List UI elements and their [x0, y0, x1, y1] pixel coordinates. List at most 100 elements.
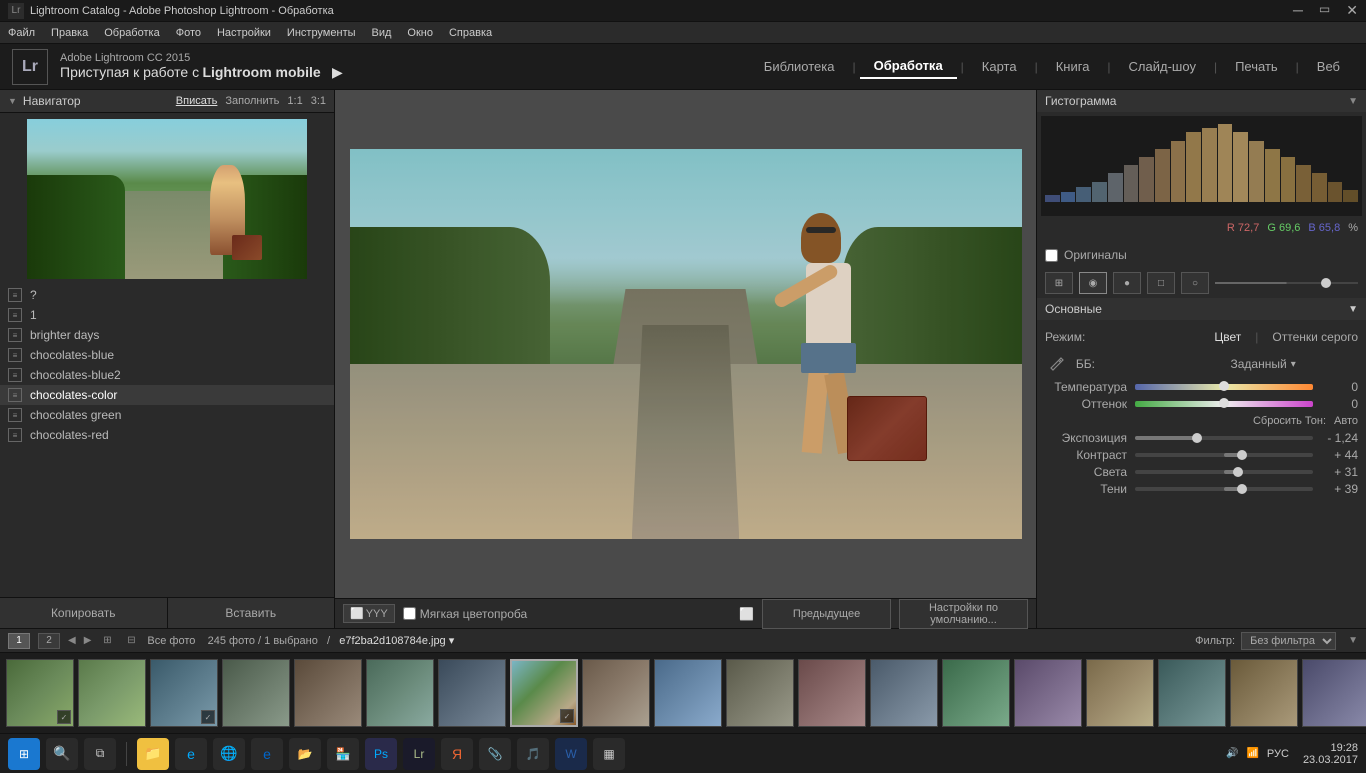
- bb-value[interactable]: Заданный ▾: [1231, 357, 1359, 371]
- grid-view-btn[interactable]: ⊞: [99, 633, 115, 649]
- chrome-button[interactable]: 🌐: [213, 738, 245, 770]
- tab-library[interactable]: Библиотека: [750, 55, 849, 78]
- play-button[interactable]: ▶: [332, 64, 343, 80]
- reset-tone-auto[interactable]: Авто: [1334, 415, 1358, 427]
- prev-arrow[interactable]: ◀: [68, 635, 76, 646]
- minimize-button[interactable]: ─: [1293, 2, 1303, 19]
- film-thumb[interactable]: [582, 659, 650, 727]
- taskbar-clock[interactable]: 19:28 23.03.2017: [1303, 742, 1358, 766]
- page-2-btn[interactable]: 2: [38, 633, 60, 649]
- view-mode-circle[interactable]: ◉: [1079, 272, 1107, 294]
- film-thumb[interactable]: [726, 659, 794, 727]
- tab-slideshow[interactable]: Слайд-шоу: [1115, 55, 1210, 78]
- task-view-button[interactable]: ⧉: [84, 738, 116, 770]
- film-thumb[interactable]: [1014, 659, 1082, 727]
- network-icon[interactable]: 🔊: [1226, 748, 1238, 759]
- lightroom-button[interactable]: Lr: [403, 738, 435, 770]
- film-thumb[interactable]: [798, 659, 866, 727]
- single-view-btn[interactable]: ⊟: [123, 633, 139, 649]
- view-mode-dot[interactable]: ●: [1113, 272, 1141, 294]
- store-button[interactable]: 🏪: [327, 738, 359, 770]
- expand-filmstrip-btn[interactable]: ▼: [1348, 635, 1358, 646]
- eyedropper-icon[interactable]: [1049, 356, 1065, 372]
- view-mode-circle2[interactable]: ○: [1181, 272, 1209, 294]
- edge-button[interactable]: e: [251, 738, 283, 770]
- zoom-fit[interactable]: Вписать: [176, 95, 218, 107]
- page-1-btn[interactable]: 1: [8, 633, 30, 649]
- originals-checkbox[interactable]: [1045, 249, 1058, 262]
- navigator-image[interactable]: [27, 119, 307, 279]
- view-mode-grid[interactable]: ⊞: [1045, 272, 1073, 294]
- volume-icon[interactable]: 📶: [1246, 748, 1258, 759]
- default-settings-button[interactable]: Настройки по умолчанию...: [899, 599, 1028, 629]
- basics-section-header[interactable]: Основные ▼: [1037, 298, 1366, 320]
- view-mode-slider[interactable]: [1215, 282, 1358, 284]
- start-button[interactable]: ⊞: [8, 738, 40, 770]
- expand-icon[interactable]: ⬜: [739, 607, 754, 621]
- next-arrow[interactable]: ▶: [84, 635, 92, 646]
- mode-greyscale-value[interactable]: Оттенки серого: [1272, 330, 1358, 344]
- menu-help[interactable]: Справка: [449, 27, 492, 39]
- film-thumb[interactable]: [1302, 659, 1366, 727]
- filter-select[interactable]: Без фильтра Выбранные Отмеченные: [1241, 632, 1336, 650]
- file-explorer-button[interactable]: 📁: [137, 738, 169, 770]
- app2-button[interactable]: 🎵: [517, 738, 549, 770]
- film-thumb[interactable]: ✓: [6, 659, 74, 727]
- menu-tools[interactable]: Инструменты: [287, 27, 356, 39]
- film-thumb[interactable]: [222, 659, 290, 727]
- menu-photo[interactable]: Фото: [176, 27, 201, 39]
- originals-label[interactable]: Оригиналы: [1064, 248, 1127, 262]
- soft-proof-checkbox[interactable]: [403, 607, 416, 620]
- photo-viewer[interactable]: [335, 90, 1036, 598]
- view-mode-square[interactable]: □: [1147, 272, 1175, 294]
- menu-file[interactable]: Файл: [8, 27, 35, 39]
- copy-button[interactable]: Копировать: [0, 598, 168, 628]
- photoshop-button[interactable]: Ps: [365, 738, 397, 770]
- navigator-collapse-icon[interactable]: ▼: [8, 96, 17, 106]
- preset-item[interactable]: ≡ chocolates-blue2: [0, 365, 334, 385]
- tab-web[interactable]: Веб: [1303, 55, 1354, 78]
- zoom-1-1[interactable]: 1:1: [287, 95, 302, 107]
- tab-map[interactable]: Карта: [968, 55, 1031, 78]
- histogram-collapse-icon[interactable]: ▼: [1348, 96, 1358, 107]
- film-thumb[interactable]: [1158, 659, 1226, 727]
- tab-develop[interactable]: Обработка: [860, 54, 957, 79]
- zoom-3-1[interactable]: 3:1: [311, 95, 326, 107]
- film-thumb[interactable]: [654, 659, 722, 727]
- film-thumb-selected[interactable]: ✓: [510, 659, 578, 727]
- paste-button[interactable]: Вставить: [168, 598, 335, 628]
- yandex-button[interactable]: Я: [441, 738, 473, 770]
- preset-item-chocolates-green[interactable]: ≡ chocolates green: [0, 405, 334, 425]
- word-button[interactable]: W: [555, 738, 587, 770]
- preset-item[interactable]: ≡ ?: [0, 285, 334, 305]
- app-button[interactable]: 📎: [479, 738, 511, 770]
- zoom-fill[interactable]: Заполнить: [225, 95, 279, 107]
- menu-develop[interactable]: Обработка: [104, 27, 159, 39]
- menu-settings[interactable]: Настройки: [217, 27, 271, 39]
- close-button[interactable]: ✕: [1346, 2, 1358, 19]
- preset-item[interactable]: ≡ chocolates-blue: [0, 345, 334, 365]
- previous-button[interactable]: Предыдущее: [762, 599, 891, 629]
- preset-item[interactable]: ≡ brighter days: [0, 325, 334, 345]
- film-thumb[interactable]: ✓: [150, 659, 218, 727]
- lang-indicator[interactable]: РУС: [1267, 748, 1289, 760]
- crop-tool[interactable]: ⬜ YYY: [343, 604, 395, 623]
- menu-view[interactable]: Вид: [372, 27, 392, 39]
- ie-button[interactable]: e: [175, 738, 207, 770]
- preset-item[interactable]: ≡ chocolates-red: [0, 425, 334, 445]
- film-thumb[interactable]: [78, 659, 146, 727]
- filename-dropdown-icon[interactable]: ▾: [449, 635, 455, 647]
- soft-proof-label[interactable]: Мягкая цветопроба: [420, 607, 527, 621]
- mode-color-value[interactable]: Цвет: [1214, 330, 1241, 344]
- film-thumb[interactable]: [366, 659, 434, 727]
- app3-button[interactable]: ▦: [593, 738, 625, 770]
- film-thumb[interactable]: [942, 659, 1010, 727]
- film-thumb[interactable]: [294, 659, 362, 727]
- folder2-button[interactable]: 📂: [289, 738, 321, 770]
- tab-print[interactable]: Печать: [1221, 55, 1292, 78]
- film-thumb[interactable]: [438, 659, 506, 727]
- film-thumb[interactable]: [1230, 659, 1298, 727]
- film-thumb[interactable]: [870, 659, 938, 727]
- maximize-button[interactable]: ▭: [1319, 2, 1330, 19]
- menu-edit[interactable]: Правка: [51, 27, 88, 39]
